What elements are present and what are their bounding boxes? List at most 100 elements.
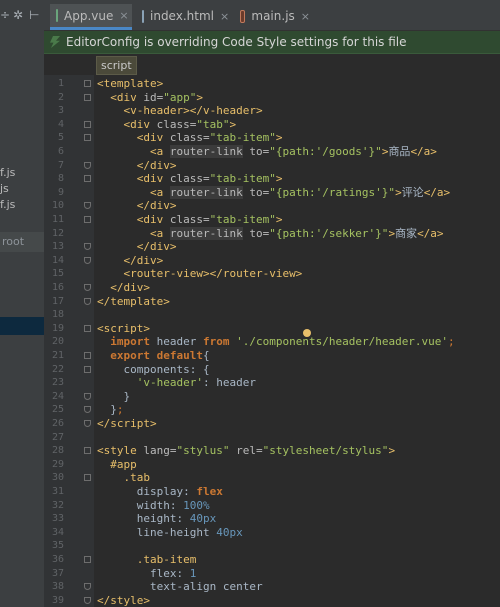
code-line[interactable]: </style> — [97, 594, 150, 607]
tab-label: index.html — [150, 9, 214, 23]
fold-marker-icon[interactable] — [84, 120, 91, 128]
line-number: 12 — [51, 227, 64, 239]
fold-marker-icon[interactable] — [84, 474, 91, 482]
code-line[interactable]: <script> — [97, 322, 150, 336]
project-file-item[interactable]: f.js — [0, 166, 15, 180]
selected-project-row[interactable] — [0, 317, 44, 335]
code-line[interactable]: <div class="tab-item"> — [97, 172, 283, 186]
fold-marker-icon[interactable] — [84, 284, 91, 291]
code-line[interactable]: <div class="tab-item"> — [97, 213, 283, 227]
project-root-label[interactable]: root — [0, 232, 44, 252]
tab-index-html[interactable]: index.html × — [136, 4, 234, 28]
code-line[interactable]: <style lang="stylus" rel="stylesheet/sty… — [97, 444, 395, 458]
line-number: 39 — [51, 594, 64, 606]
code-line[interactable]: #app — [97, 458, 137, 472]
fold-marker-icon[interactable] — [84, 161, 91, 169]
code-line[interactable]: <a router-link to="{path:'/goods'}">商品</… — [97, 145, 437, 159]
tab-label: main.js — [251, 9, 295, 23]
fold-marker-icon[interactable] — [84, 93, 91, 101]
fold-marker-icon[interactable] — [84, 202, 91, 210]
close-icon[interactable]: × — [220, 10, 229, 23]
line-number: 17 — [51, 295, 64, 307]
fold-marker-icon[interactable] — [84, 134, 91, 142]
fold-marker-icon[interactable] — [84, 297, 91, 305]
code-line[interactable]: </div> — [97, 240, 177, 254]
code-line[interactable]: </script> — [97, 417, 157, 431]
fold-marker-icon[interactable] — [84, 365, 91, 373]
code-line[interactable]: 'v-header': header — [97, 376, 256, 390]
code-line[interactable]: flex: 1 — [97, 567, 196, 581]
line-number: 31 — [51, 486, 64, 497]
line-number: 36 — [51, 554, 64, 565]
fold-marker-icon[interactable] — [84, 596, 91, 604]
fold-marker-icon[interactable] — [84, 556, 91, 563]
line-number: 20 — [51, 336, 64, 348]
fold-marker-icon[interactable] — [84, 216, 91, 223]
fold-marker-icon[interactable] — [84, 80, 91, 87]
code-line[interactable]: <router-view></router-view> — [97, 267, 303, 281]
code-line[interactable]: </div> — [97, 199, 177, 213]
fold-marker-icon[interactable] — [84, 352, 91, 359]
code-line[interactable]: height: 40px — [97, 512, 216, 526]
code-line[interactable]: }; — [97, 403, 123, 417]
line-number: 26 — [51, 418, 64, 429]
breadcrumb-item-script[interactable]: script — [96, 56, 137, 75]
code-line[interactable]: .tab — [97, 471, 151, 485]
code-line[interactable]: <template> — [97, 77, 163, 91]
breadcrumb: script — [44, 54, 500, 75]
html-file-icon — [142, 9, 144, 23]
code-editor[interactable]: <template> <div id="app"> <v-header></v-… — [94, 75, 500, 607]
code-line[interactable]: display: flex — [97, 485, 223, 499]
code-line[interactable]: components: { — [97, 363, 210, 377]
fold-marker-icon[interactable] — [84, 583, 91, 591]
scroll-from-source-icon[interactable]: ÷ — [0, 9, 10, 21]
line-number: 6 — [57, 146, 64, 157]
code-line[interactable]: width: 100% — [97, 499, 210, 513]
hide-panel-icon[interactable]: ⊢ — [29, 9, 39, 21]
project-file-item[interactable]: f.js — [0, 198, 15, 212]
line-number-gutter[interactable]: 1 2 3 4 5 6 7 8 9 10 11 12 13 14 15 16 17 18 19 20 21 22 23 24 2… — [44, 75, 95, 607]
code-line[interactable]: export default{ — [97, 349, 209, 363]
gear-icon[interactable]: ✲ — [13, 9, 23, 21]
code-line[interactable]: <div class="tab-item"> — [97, 131, 283, 145]
tab-app-vue[interactable]: App.vue × — [50, 4, 132, 30]
line-number: 19 — [51, 322, 64, 334]
fold-marker-icon[interactable] — [84, 324, 91, 332]
line-number: 38 — [51, 581, 64, 593]
line-number: 15 — [51, 268, 64, 280]
code-line[interactable]: <a router-link to="{path:'/ratings'}">评论… — [97, 185, 450, 200]
line-number: 24 — [51, 390, 64, 402]
code-line[interactable]: <div class="tab"> — [97, 118, 237, 132]
fold-marker-icon[interactable] — [84, 406, 91, 414]
fold-marker-icon[interactable] — [84, 256, 91, 264]
line-number: 22 — [51, 363, 64, 375]
intention-bulb-icon[interactable] — [303, 329, 311, 337]
code-line[interactable]: <a router-link to="{path:'/sekker'}">商家<… — [97, 226, 444, 241]
code-line[interactable]: <div id="app"> — [97, 91, 203, 105]
code-line[interactable]: line-height 40px — [97, 526, 243, 540]
close-icon[interactable]: × — [119, 9, 128, 22]
line-number: 3 — [57, 105, 64, 117]
fold-marker-icon[interactable] — [84, 420, 91, 427]
fold-marker-icon[interactable] — [84, 447, 91, 455]
code-line[interactable]: </div> — [97, 254, 164, 268]
line-number: 9 — [57, 186, 64, 198]
code-line[interactable]: } — [97, 390, 131, 404]
fold-marker-icon[interactable] — [84, 243, 91, 251]
line-number: 27 — [51, 431, 64, 443]
close-icon[interactable]: × — [301, 10, 310, 23]
code-line[interactable]: </div> — [97, 281, 150, 295]
error-stripe[interactable] — [492, 75, 500, 607]
code-line[interactable]: .tab-item — [97, 553, 197, 567]
project-file-item[interactable]: js — [0, 182, 9, 196]
code-line[interactable]: text-align center — [97, 580, 263, 594]
fold-marker-icon[interactable] — [84, 175, 91, 183]
code-line[interactable]: </template> — [97, 295, 170, 309]
tab-main-js[interactable]: main.js × — [234, 4, 316, 28]
code-line[interactable]: import header from './components/header/… — [97, 335, 454, 349]
code-line[interactable]: <v-header></v-header> — [97, 104, 263, 118]
project-panel: ÷ ✲ ⊢ f.js js f.js root — [0, 0, 45, 607]
line-number: 18 — [51, 309, 64, 321]
fold-marker-icon[interactable] — [84, 392, 91, 400]
code-line[interactable]: </div> — [97, 159, 177, 173]
